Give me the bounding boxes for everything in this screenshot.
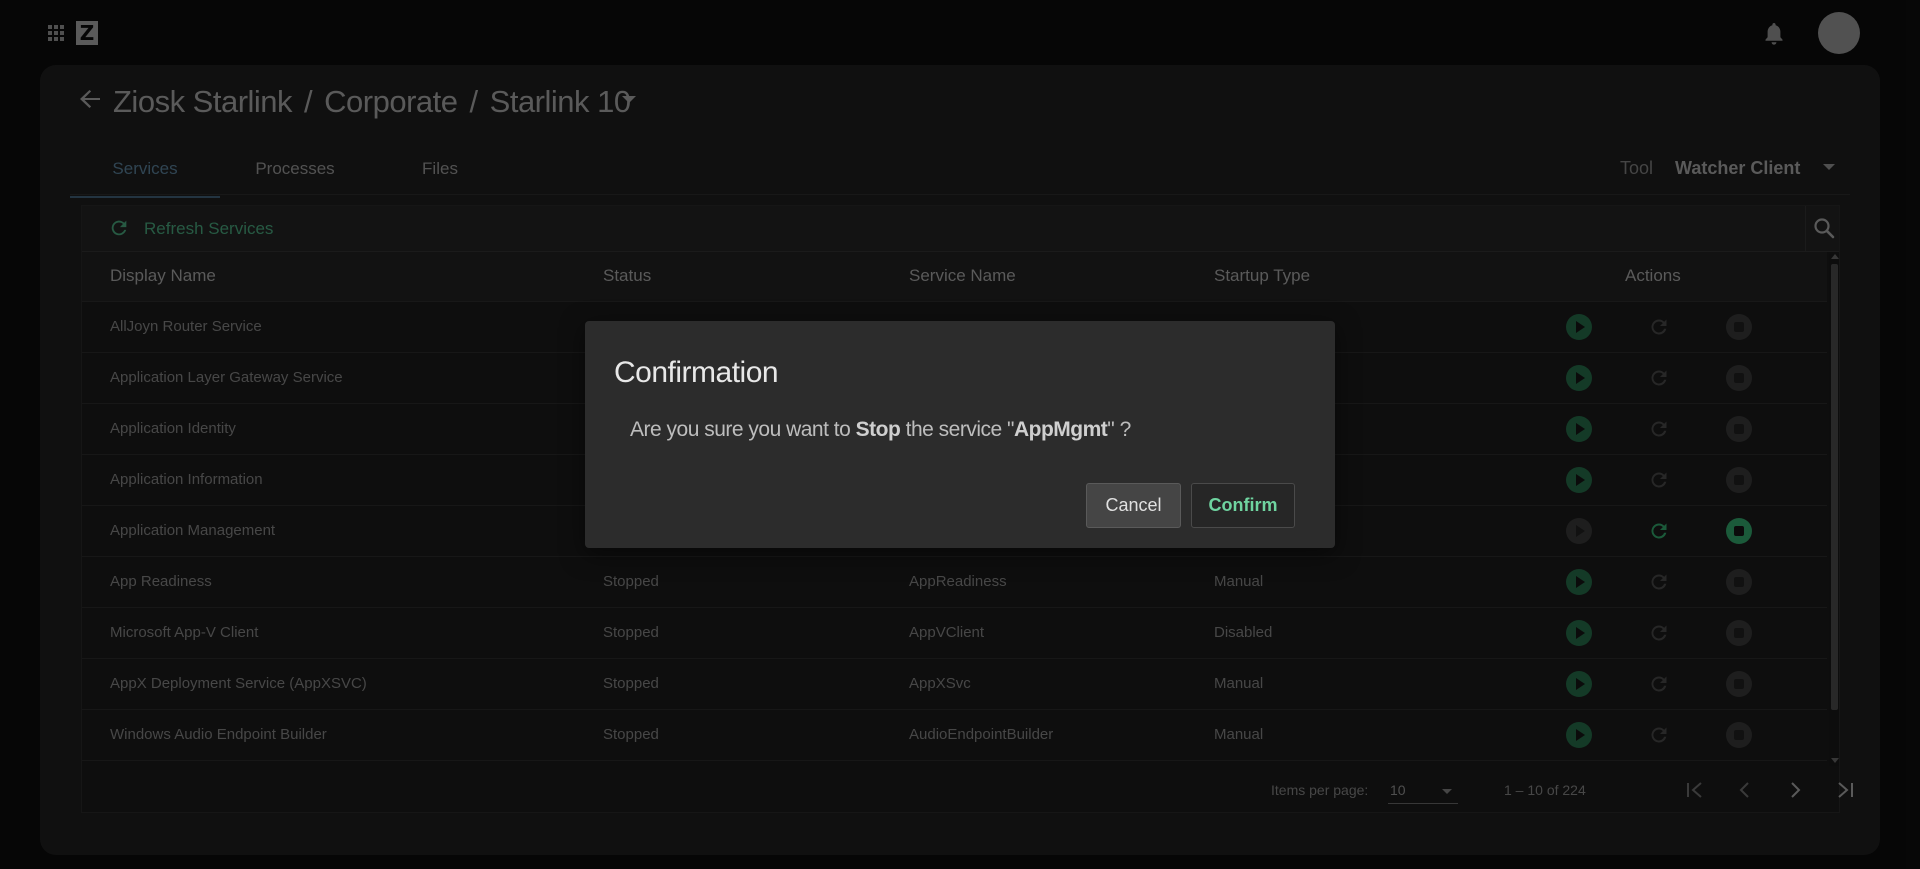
dialog-message: Are you sure you want to Stop the servic… — [630, 418, 1131, 442]
dialog-title: Confirmation — [614, 356, 779, 389]
dialog-message-middle: the service " — [905, 418, 1015, 441]
confirmation-dialog: Confirmation Are you sure you want to St… — [585, 321, 1335, 548]
dialog-action: Stop — [855, 418, 901, 441]
confirm-button[interactable]: Confirm — [1191, 483, 1295, 528]
dialog-message-prefix: Are you sure you want to — [630, 418, 851, 441]
dialog-service-name: AppMgmt — [1013, 418, 1108, 441]
cancel-button[interactable]: Cancel — [1086, 483, 1181, 528]
dialog-message-suffix: " ? — [1107, 418, 1131, 441]
